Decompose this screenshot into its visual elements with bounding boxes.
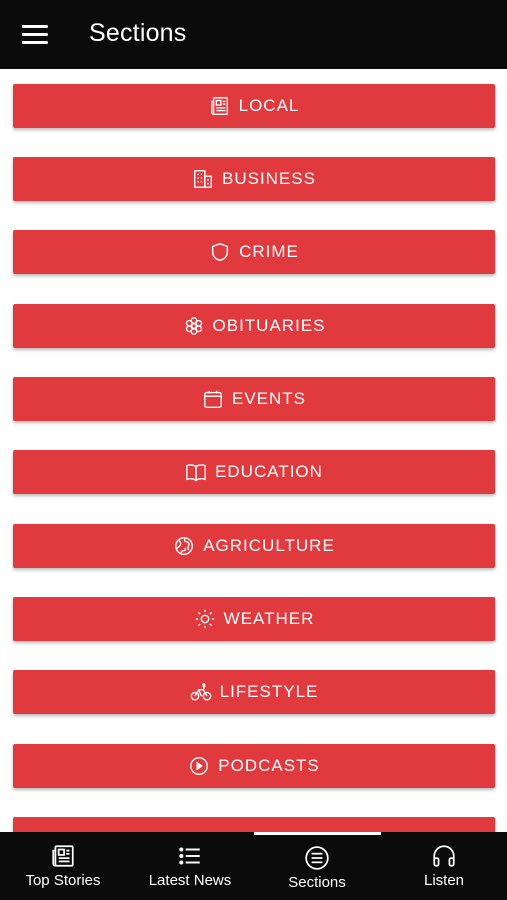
nav-label: Sections xyxy=(288,874,346,891)
nav-latest-news[interactable]: Latest News xyxy=(127,832,253,900)
sections-icon xyxy=(305,846,329,870)
section-label: CRIME xyxy=(239,242,299,261)
section-button-crime[interactable]: CRIME xyxy=(13,230,495,274)
section-button-education[interactable]: EDUCATION xyxy=(13,450,495,494)
calendar-icon xyxy=(204,390,222,408)
menu-icon[interactable] xyxy=(22,25,48,45)
nav-top-stories[interactable]: Top Stories xyxy=(0,832,126,900)
nav-sections[interactable]: Sections xyxy=(254,832,380,900)
active-tab-indicator xyxy=(254,832,381,835)
section-label: EVENTS xyxy=(231,389,307,408)
section-label: LIFESTYLE xyxy=(219,682,319,701)
building-icon xyxy=(194,170,212,188)
nav-label: Top Stories xyxy=(25,872,101,889)
sections-list[interactable]: LOCAL BUSINESS CRIME OBITUARIES EVENTS E… xyxy=(0,69,507,832)
section-button-lifestyle[interactable]: LIFESTYLE xyxy=(13,670,495,714)
section-button-business[interactable]: BUSINESS xyxy=(13,157,495,201)
section-label: LOCAL xyxy=(238,96,300,115)
section-label: EDUCATION xyxy=(215,462,323,481)
section-label: PODCASTS xyxy=(218,756,320,775)
flower-icon xyxy=(185,317,202,335)
nav-listen[interactable]: Listen xyxy=(381,832,507,900)
shield-icon xyxy=(212,242,229,262)
section-button-partial[interactable] xyxy=(13,817,495,832)
nav-label: Listen xyxy=(423,872,465,889)
list-icon xyxy=(179,847,200,865)
section-button-local[interactable]: LOCAL xyxy=(13,84,495,128)
section-label: BUSINESS xyxy=(222,169,316,188)
newspaper-icon xyxy=(52,845,74,867)
section-button-agriculture[interactable]: AGRICULTURE xyxy=(13,524,495,568)
page-title: Sections xyxy=(89,19,187,47)
section-label: AGRICULTURE xyxy=(203,536,335,555)
book-icon xyxy=(186,464,206,482)
nav-label: Latest News xyxy=(148,872,232,889)
headphones-icon xyxy=(433,845,455,867)
section-button-events[interactable]: EVENTS xyxy=(13,377,495,421)
bicycle-icon xyxy=(190,683,211,701)
section-button-weather[interactable]: WEATHER xyxy=(13,597,495,641)
section-button-obituaries[interactable]: OBITUARIES xyxy=(13,304,495,348)
section-button-podcasts[interactable]: PODCASTS xyxy=(13,744,495,788)
bottom-navigation: Top Stories Latest News Sections Listen xyxy=(0,832,507,900)
top-app-bar: Sections xyxy=(0,0,507,69)
play-circle-icon xyxy=(190,757,209,775)
globe-icon xyxy=(175,537,194,555)
newspaper-icon xyxy=(210,97,228,115)
sun-icon xyxy=(195,609,214,629)
section-label: WEATHER xyxy=(223,609,315,628)
section-label: OBITUARIES xyxy=(212,316,326,335)
